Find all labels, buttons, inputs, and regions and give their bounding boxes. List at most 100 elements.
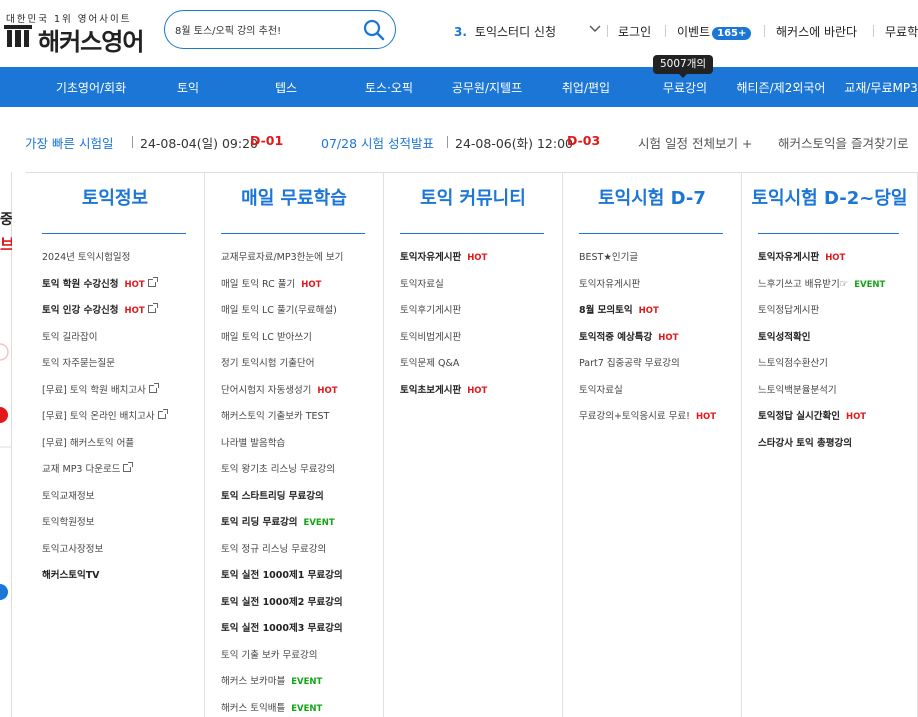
menu-link[interactable]: [무료] 토익 온라인 배치고사 [42, 408, 168, 422]
menu-link[interactable]: 2024년 토익시험일정 [42, 249, 130, 263]
menu-link[interactable]: 8월 모의토익 HOT [579, 302, 659, 316]
nav-basic-english[interactable]: 기초영어/회화 [56, 79, 126, 96]
menu-link-label: 2024년 토익시험일정 [42, 252, 131, 263]
menu-link[interactable]: 토익고사장정보 [42, 541, 103, 555]
menu-link[interactable]: 느후기쓰고 배유받기☞ EVENT [758, 276, 885, 290]
search-input[interactable] [175, 19, 355, 39]
menu-link[interactable]: 토익문제 Q&A [400, 355, 459, 369]
menu-link-label: 정기 토익시험 기출단어 [221, 358, 315, 369]
menu-link-label: 느후기쓰고 배유받기☞ [758, 278, 849, 290]
menu-link[interactable]: 매일 토익 LC 풀기(무료해설) [221, 302, 337, 316]
login-link[interactable]: 로그인 [618, 23, 651, 40]
bookmark-link[interactable]: 해커스토익을 즐겨찾기로 [778, 133, 908, 152]
column-title[interactable]: 매일 무료학습 [205, 184, 383, 210]
nav-speaking[interactable]: 토스·오픽 [365, 79, 413, 96]
menu-link[interactable]: 토익초보게시판 HOT [400, 382, 487, 396]
menu-link[interactable]: 토익 정규 리스닝 무료강의 [221, 541, 326, 555]
column-divider [579, 233, 723, 234]
menu-link[interactable]: BEST★인기글 [579, 249, 638, 263]
menu-link[interactable]: Part7 집중공략 무료강의 [579, 355, 680, 369]
column-title[interactable]: 토익시험 D-2~당일 [742, 184, 917, 210]
divider [132, 136, 133, 148]
menu-link[interactable]: 느토익점수환산기 [758, 355, 828, 369]
menu-link[interactable]: 무료강의+토익응시료 무료! HOT [579, 408, 716, 422]
free-link[interactable]: 무료학 [885, 23, 918, 40]
hot-badge: HOT [638, 306, 659, 316]
all-schedule-link[interactable]: 시험 일정 전체보기 + [638, 133, 752, 152]
menu-link[interactable]: 토익 학원 수강신청 HOT [42, 276, 158, 290]
menu-link[interactable]: 토익 길라잡이 [42, 329, 97, 343]
menu-link-label: 토익교재정보 [42, 490, 95, 502]
menu-link[interactable]: 해커스토익TV [42, 567, 100, 581]
menu-link[interactable]: 토익교재정보 [42, 488, 94, 502]
menu-link[interactable]: 매일 토익 LC 받아쓰기 [221, 329, 312, 343]
menu-link-label: 토익 길라잡이 [42, 331, 98, 343]
menu-link[interactable]: 해커스토익 기출보카 TEST [221, 408, 329, 422]
menu-link[interactable]: 스타강사 토익 총평강의 [758, 435, 852, 449]
menu-link[interactable]: 해커스 토익배틀 EVENT [221, 700, 322, 714]
menu-link[interactable]: 토익자유게시판 HOT [758, 249, 845, 263]
menu-link[interactable]: 매일 토익 RC 풀기 HOT [221, 276, 321, 290]
menu-link[interactable]: 토익자료실 [400, 276, 444, 290]
menu-link[interactable]: 토익자료실 [579, 382, 623, 396]
nav-books-mp3[interactable]: 교재/무료MP3 [844, 79, 917, 96]
menu-link[interactable]: 토익성적확인 [758, 329, 810, 343]
menu-link[interactable]: [무료] 해커스토익 어플 [42, 435, 134, 449]
rolling-text: 토익스터디 신청 [474, 25, 557, 39]
menu-link-label: 토익 스타트리딩 무료강의 [221, 490, 324, 502]
menu-link[interactable]: 토익 실전 1000제2 무료강의 [221, 594, 343, 608]
nav-hattizen[interactable]: 해티즌/제2외국어 [737, 79, 826, 96]
menu-link[interactable]: 교재무료자료/MP3한눈에 보기 [221, 249, 343, 263]
menu-link[interactable]: 토익적중 예상특강 HOT [579, 329, 678, 343]
menu-link[interactable]: 느토익백분율분석기 [758, 382, 837, 396]
menu-link[interactable]: 토익비법게시판 [400, 329, 461, 343]
menu-link[interactable]: 정기 토익시험 기출단어 [221, 355, 314, 369]
menu-link-label: 토익 기출 보카 무료강의 [221, 649, 318, 661]
nav-teps[interactable]: 텝스 [275, 79, 297, 96]
left-side-banner[interactable]: 중 브 [0, 172, 12, 717]
menu-link[interactable]: 토익 리딩 무료강의 EVENT [221, 514, 335, 528]
menu-link[interactable]: [무료] 토익 학원 배치고사 [42, 382, 159, 396]
ask-hackers-link[interactable]: 해커스에 바란다 [776, 23, 857, 40]
menu-link[interactable]: 토익 스타트리딩 무료강의 [221, 488, 324, 502]
nav-job-transfer[interactable]: 취업/편입 [562, 79, 610, 96]
menu-link-label: 토익후기게시판 [400, 305, 462, 316]
menu-link[interactable]: 교재 MP3 다운로드 [42, 461, 134, 475]
menu-link[interactable]: 토익 기출 보카 무료강의 [221, 647, 317, 661]
menu-link-label: 해커스토익 기출보카 TEST [221, 411, 330, 422]
chevron-down-icon[interactable] [589, 24, 601, 34]
menu-link-label: 교재 MP3 다운로드 [42, 464, 121, 475]
search-icon[interactable] [363, 19, 385, 41]
menu-link-label: [무료] 토익 학원 배치고사 [42, 384, 146, 396]
menu-link-label: 토익자료실 [579, 384, 623, 396]
menu-link[interactable]: 토익정답 실시간확인 HOT [758, 408, 866, 422]
menu-link[interactable]: 토익 왕기초 리스닝 무료강의 [221, 461, 335, 475]
menu-link[interactable]: 토익학원정보 [42, 514, 94, 528]
logo-text[interactable]: 해커스영어 [38, 22, 144, 57]
menu-link[interactable]: 토익후기게시판 [400, 302, 461, 316]
menu-link[interactable]: 나라별 발음학습 [221, 435, 285, 449]
menu-link[interactable]: 토익 실전 1000제1 무료강의 [221, 567, 343, 581]
menu-link[interactable]: 토익자유게시판 [579, 276, 640, 290]
menu-link-label: 토익비법게시판 [400, 331, 462, 343]
menu-link[interactable]: 단어시험지 자동생성기 HOT [221, 382, 338, 396]
event-link[interactable]: 이벤트 165+ [677, 23, 752, 40]
menu-link[interactable]: 토익정답게시판 [758, 302, 819, 316]
column-title[interactable]: 토익정보 [26, 184, 204, 210]
hot-badge: HOT [825, 253, 846, 263]
external-link-icon [147, 303, 158, 313]
column-title[interactable]: 토익 커뮤니티 [384, 184, 562, 210]
nav-civil-gtelp[interactable]: 공무원/지텔프 [452, 79, 522, 96]
menu-link[interactable]: 토익 인강 수강신청 HOT [42, 302, 158, 316]
menu-link[interactable]: 토익 자주묻는질문 [42, 355, 115, 369]
nav-free-lecture[interactable]: 무료강의 [663, 79, 707, 96]
menu-link-label: 교재무료자료/MP3한눈에 보기 [221, 252, 344, 263]
menu-link[interactable]: 토익자유게시판 HOT [400, 249, 487, 263]
menu-link[interactable]: 토익 실전 1000제3 무료강의 [221, 620, 343, 634]
column-title[interactable]: 토익시험 D-7 [563, 184, 741, 210]
menu-link[interactable]: 해커스 보카마블 EVENT [221, 673, 322, 687]
nav-toeic[interactable]: 토익 [177, 79, 199, 96]
hackers-logo-icon[interactable] [4, 25, 32, 47]
menu-link-label: 토익 정규 리스닝 무료강의 [221, 543, 327, 555]
rolling-keyword[interactable]: 3. 토익스터디 신청 [454, 23, 556, 40]
